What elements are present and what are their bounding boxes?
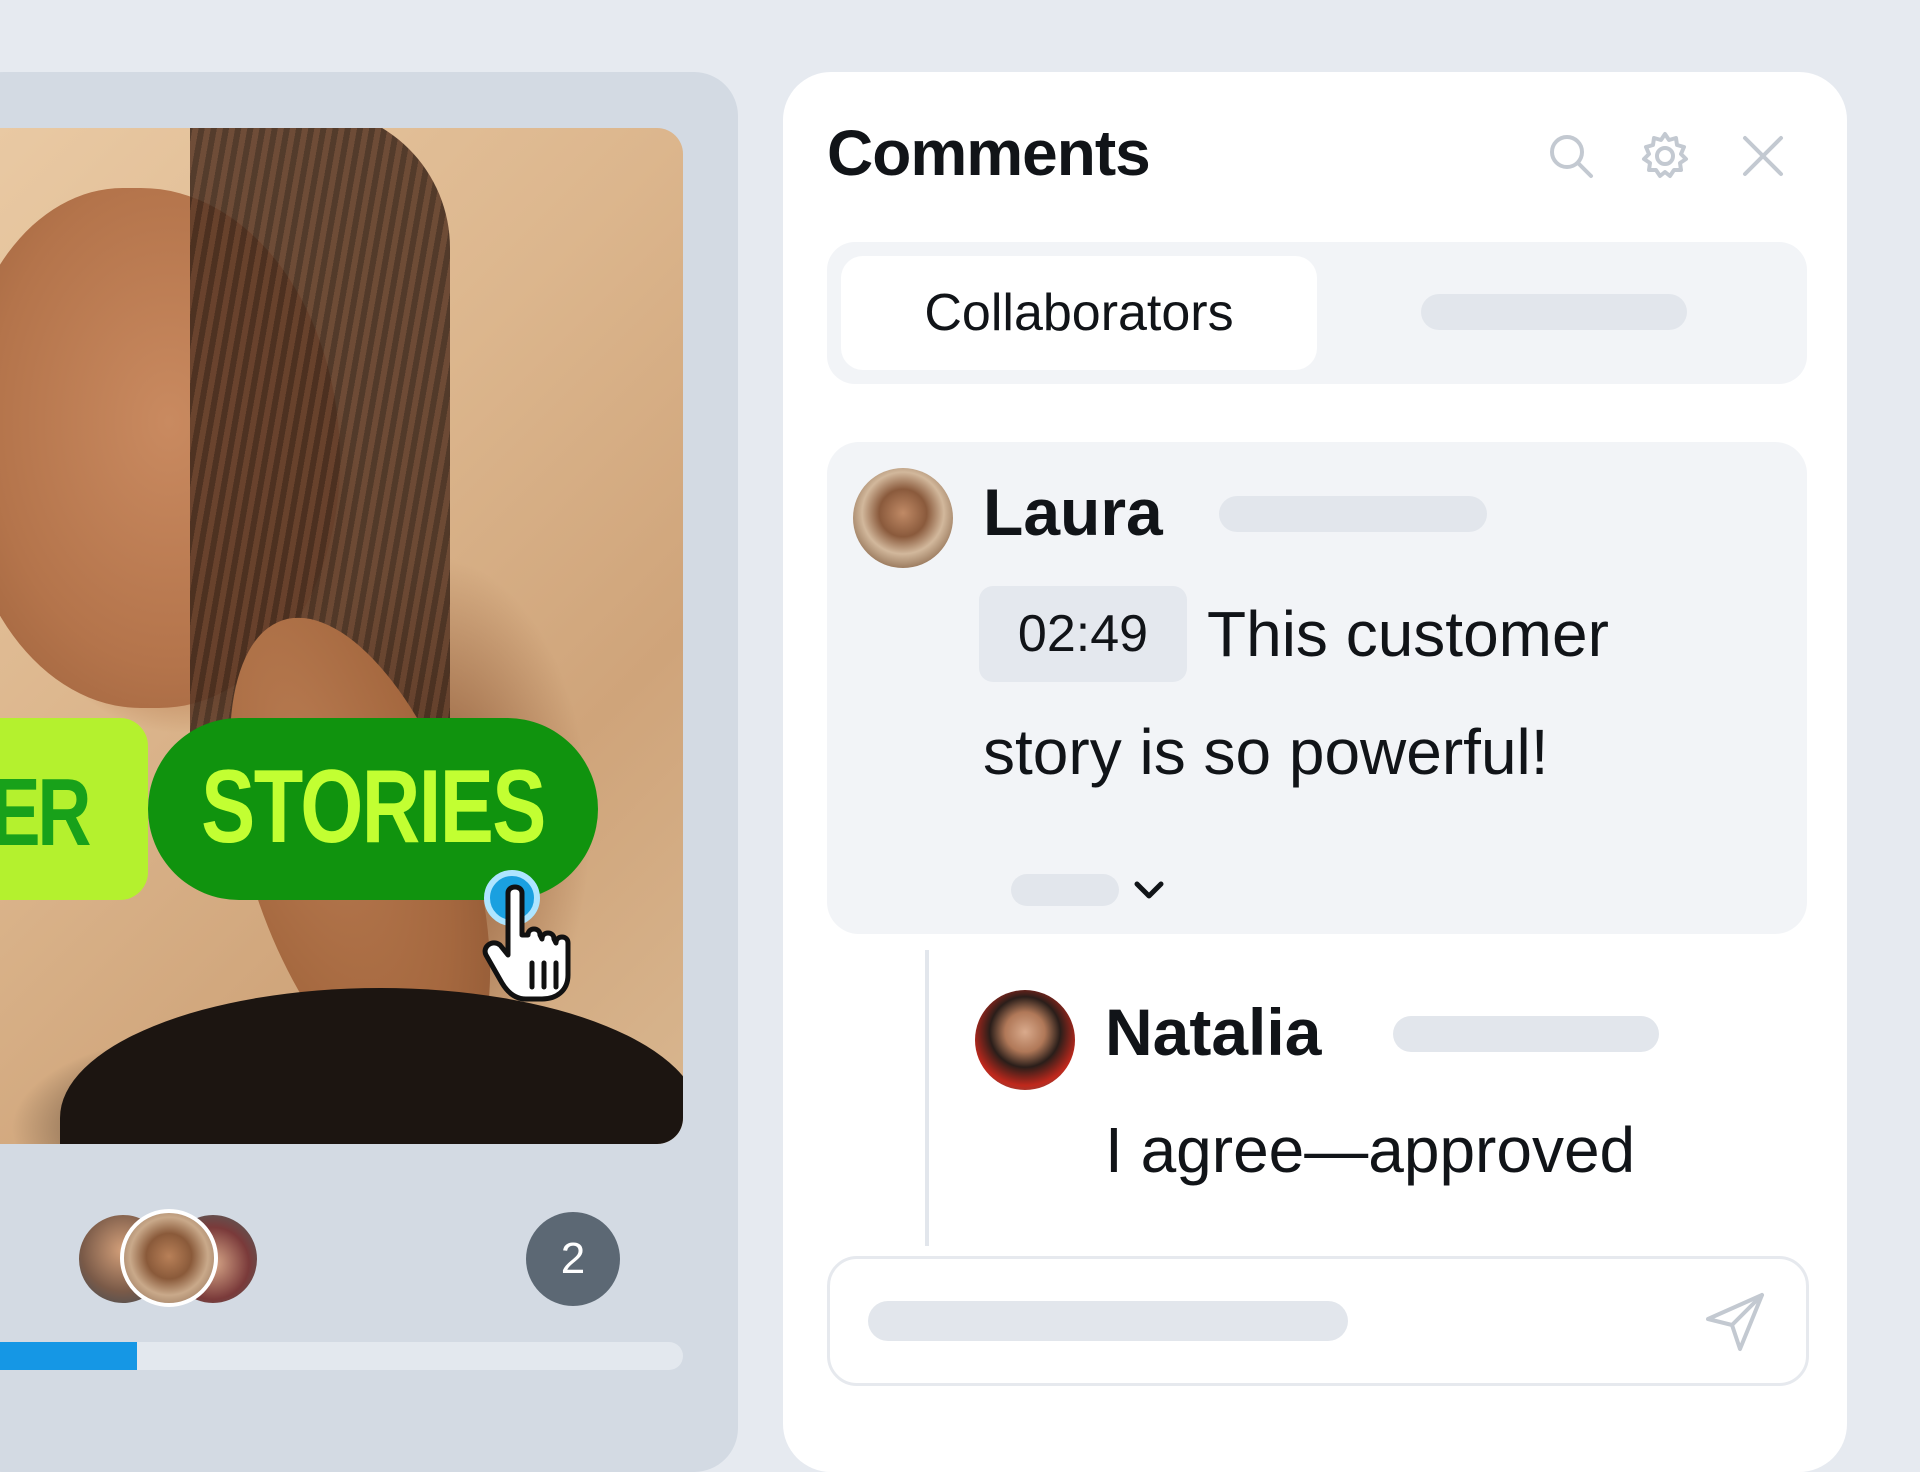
text-label-partial-text: ER	[0, 759, 91, 866]
reply-connector	[925, 950, 929, 1246]
tab-placeholder[interactable]	[1421, 294, 1687, 330]
comment-input-placeholder	[868, 1301, 1348, 1341]
avatar	[853, 468, 953, 568]
comment-thread: Laura 02:49 This customer story is so po…	[827, 442, 1807, 934]
gear-icon[interactable]	[1639, 130, 1691, 182]
viewer-avatars[interactable]	[76, 1209, 276, 1307]
avatar	[120, 1209, 218, 1307]
text-label-stories-text: STORIES	[201, 749, 546, 865]
chevron-down-icon[interactable]	[1129, 870, 1169, 910]
search-icon[interactable]	[1545, 130, 1597, 182]
text-label-stories[interactable]: STORIES	[148, 718, 598, 900]
viewer-count-badge[interactable]: 2	[526, 1212, 620, 1306]
avatar	[975, 990, 1075, 1090]
playback-progress-bar[interactable]	[0, 1342, 683, 1370]
portrait-shirt	[60, 988, 683, 1144]
panel-title: Comments	[827, 117, 1151, 189]
tab-collaborators[interactable]: Collaborators	[841, 256, 1317, 370]
comments-panel: Comments Collaborators Laura 02:49 This …	[783, 72, 1847, 1472]
send-icon[interactable]	[1702, 1289, 1768, 1355]
close-icon[interactable]	[1737, 130, 1789, 182]
comment-tabs: Collaborators	[827, 242, 1807, 384]
comment-timestamp[interactable]: 02:49	[979, 586, 1187, 682]
comment-input[interactable]	[827, 1256, 1809, 1386]
comment-text-line1: This customer	[1207, 598, 1609, 670]
comment-meta-placeholder	[1219, 496, 1487, 532]
reply-action-placeholder[interactable]	[1011, 874, 1119, 906]
reply-author: Natalia	[1105, 995, 1322, 1069]
reply-text: I agree—approved	[1105, 1114, 1636, 1186]
hand-cursor-icon	[482, 884, 571, 1002]
reply-meta-placeholder	[1393, 1016, 1659, 1052]
text-label-partial[interactable]: ER	[0, 718, 148, 900]
playback-progress-fill	[0, 1342, 137, 1370]
video-preview[interactable]: ER STORIES	[0, 128, 683, 1144]
comment-text-line2: story is so powerful!	[983, 716, 1549, 788]
comment-author: Laura	[983, 475, 1163, 549]
